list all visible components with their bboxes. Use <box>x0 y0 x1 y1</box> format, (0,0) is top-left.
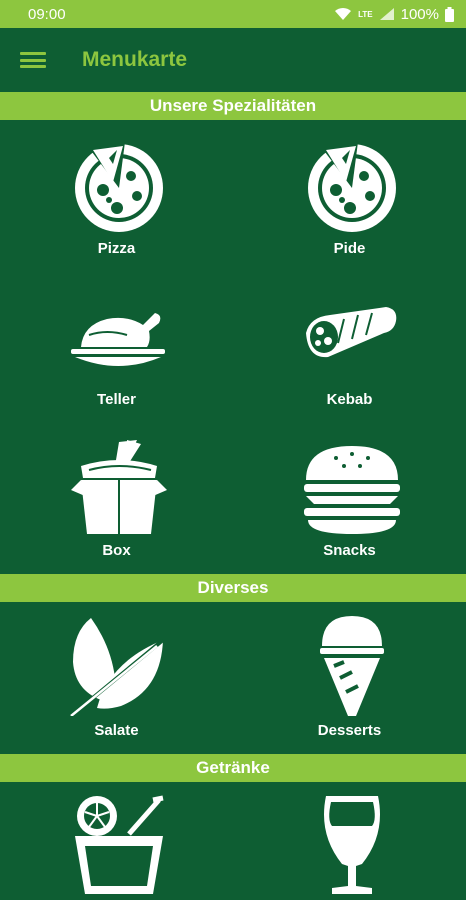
hamburger-menu-icon[interactable] <box>20 50 46 70</box>
pizza-icon <box>67 134 167 234</box>
battery-percent: 100% <box>400 5 439 23</box>
category-wine[interactable] <box>233 794 466 900</box>
kebab-wrap-icon <box>300 285 400 385</box>
juice-glass-icon <box>67 794 167 894</box>
category-kebab[interactable]: Kebab <box>233 285 466 408</box>
category-juice[interactable] <box>0 794 233 900</box>
section-header-specialties: Unsere Spezialitäten <box>0 92 466 120</box>
wifi-icon <box>334 7 352 21</box>
signal-icon <box>379 7 395 21</box>
category-snacks[interactable]: Snacks <box>233 436 466 559</box>
category-label: Pide <box>333 240 366 257</box>
status-time: 09:00 <box>28 5 66 23</box>
category-label: Kebab <box>326 391 373 408</box>
leaf-icon <box>67 616 167 716</box>
category-label: Snacks <box>323 542 376 559</box>
app-bar: Menukarte <box>0 28 466 92</box>
category-label: Pizza <box>97 240 136 257</box>
category-teller[interactable]: Teller <box>0 285 233 408</box>
status-bar: 09:00 LTE 100% <box>0 0 466 28</box>
category-pizza[interactable]: Pizza <box>0 134 233 257</box>
network-type-label: LTE <box>358 9 373 19</box>
ice-cream-icon <box>300 616 400 716</box>
category-box[interactable]: Box <box>0 436 233 559</box>
page-title: Menukarte <box>82 48 188 71</box>
section-header-drinks: Getränke <box>0 754 466 782</box>
category-desserts[interactable]: Desserts <box>233 616 466 739</box>
battery-icon <box>445 6 454 22</box>
pide-icon <box>300 134 400 234</box>
wine-glass-icon <box>300 794 400 894</box>
noodle-box-icon <box>67 436 167 536</box>
category-label: Box <box>102 542 131 559</box>
category-label: Salate <box>94 722 139 739</box>
roast-chicken-icon <box>67 285 167 385</box>
category-pide[interactable]: Pide <box>233 134 466 257</box>
category-salate[interactable]: Salate <box>0 616 233 739</box>
category-label: Desserts <box>317 722 382 739</box>
burger-icon <box>300 436 400 536</box>
section-header-misc: Diverses <box>0 574 466 602</box>
category-label: Teller <box>97 391 136 408</box>
